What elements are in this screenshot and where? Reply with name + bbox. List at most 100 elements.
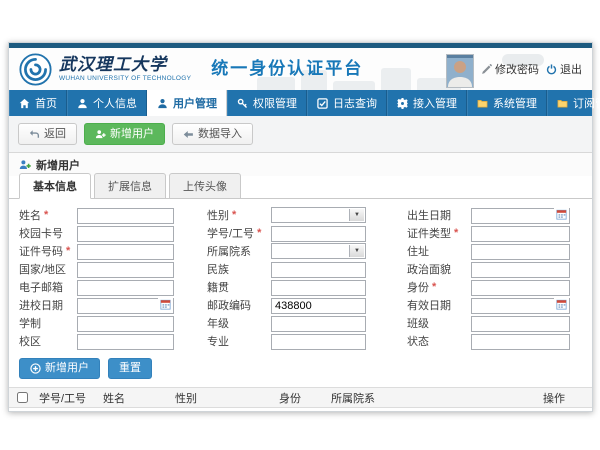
- form-row: 校区专业状态: [9, 332, 592, 350]
- field-label-campus: 校区: [19, 333, 77, 349]
- nav-item-label: 接入管理: [413, 95, 457, 111]
- nav-item-label: 系统管理: [493, 95, 537, 111]
- field-label-campus-card-number: 校园卡号: [19, 225, 77, 241]
- name-input[interactable]: [77, 208, 174, 224]
- nav-item-system-management[interactable]: 系统管理: [467, 90, 547, 116]
- user-avatar[interactable]: [446, 54, 474, 88]
- field-label-political-status: 政治面貌: [407, 261, 471, 277]
- calendar-icon[interactable]: [554, 207, 569, 221]
- folder-icon: [477, 98, 488, 109]
- dropdown-arrow-icon[interactable]: ▼: [349, 209, 364, 221]
- political-status-input[interactable]: [471, 262, 570, 278]
- nav-item-profile[interactable]: 个人信息: [67, 90, 147, 116]
- country-region-input[interactable]: [77, 262, 174, 278]
- email-input[interactable]: [77, 280, 174, 296]
- table-empty-body: [9, 408, 592, 411]
- nav-item-log-query[interactable]: 日志查询: [307, 90, 387, 116]
- field-label-major: 专业: [207, 333, 271, 349]
- form-field-native-place: 籍贯: [207, 278, 407, 296]
- toolbar: 返回 新增用户 数据导入: [9, 116, 592, 152]
- tab-upload-avatar[interactable]: 上传头像: [169, 173, 241, 199]
- nav-item-label: 订阅管理: [573, 95, 600, 111]
- department-select[interactable]: ▼: [271, 243, 366, 259]
- form-field-gender: 性别*▼: [207, 207, 407, 223]
- campus-card-number-input[interactable]: [77, 226, 174, 242]
- form-field-department: 所属院系▼: [207, 243, 407, 259]
- field-label-country-region: 国家/地区: [19, 261, 77, 277]
- add-user-submit-label: 新增用户: [45, 363, 89, 374]
- required-asterisk: *: [66, 245, 70, 257]
- schooling-length-input[interactable]: [77, 316, 174, 332]
- form-row: 校园卡号 学号/工号* 证件类型*: [9, 224, 592, 242]
- address-input[interactable]: [471, 244, 570, 260]
- nav-item-home[interactable]: 首页: [9, 90, 67, 116]
- dropdown-arrow-icon[interactable]: ▼: [349, 245, 364, 257]
- nav-item-label: 用户管理: [173, 95, 217, 111]
- add-user-panel: 新增用户 基本信息扩展信息上传头像 姓名*性别*▼出生日期校园卡号学号/工号*证…: [9, 152, 592, 411]
- change-password-link[interactable]: 修改密码: [481, 61, 539, 77]
- gender-select[interactable]: ▼: [271, 207, 366, 223]
- folder-icon: [557, 98, 568, 109]
- back-icon: [29, 129, 40, 140]
- student-or-staff-id-input[interactable]: [271, 226, 366, 242]
- tab-extended-info[interactable]: 扩展信息: [94, 173, 166, 199]
- campus-input[interactable]: [77, 334, 174, 350]
- field-label-valid-date: 有效日期: [407, 297, 471, 313]
- id-number-input[interactable]: [77, 244, 174, 260]
- tab-bar: 基本信息扩展信息上传头像: [9, 176, 592, 199]
- add-user-icon: [95, 129, 106, 140]
- grade-input[interactable]: [271, 316, 366, 332]
- form-field-ethnicity: 民族: [207, 260, 407, 278]
- field-label-postal-code: 邮政编码: [207, 297, 271, 313]
- field-label-id-type: 证件类型*: [407, 225, 471, 241]
- form-field-id-type: 证件类型*: [407, 224, 587, 242]
- data-import-button[interactable]: 数据导入: [172, 123, 253, 145]
- skyline-silhouette: [381, 68, 411, 90]
- select-all-checkbox[interactable]: [17, 392, 28, 403]
- basic-info-form: 姓名*性别*▼出生日期校园卡号学号/工号*证件类型*证件号码*所属院系▼住址国家…: [9, 199, 592, 351]
- home-icon: [19, 98, 30, 109]
- field-label-student-or-staff-id: 学号/工号*: [207, 225, 271, 241]
- field-label-birth-date: 出生日期: [407, 207, 471, 223]
- add-user-toolbar-label: 新增用户: [110, 129, 154, 140]
- form-field-campus-card-number: 校园卡号: [19, 224, 207, 242]
- field-label-address: 住址: [407, 243, 471, 259]
- ethnicity-input[interactable]: [271, 262, 366, 278]
- back-button-label: 返回: [44, 129, 66, 140]
- logout-link[interactable]: 退出: [546, 61, 582, 77]
- add-user-button-toolbar[interactable]: 新增用户: [84, 123, 165, 145]
- import-arrow-icon: [183, 129, 194, 140]
- status-input[interactable]: [471, 334, 570, 350]
- back-button[interactable]: 返回: [18, 123, 77, 145]
- reset-button[interactable]: 重置: [108, 358, 152, 379]
- table-header-name: 姓名: [99, 390, 171, 406]
- native-place-input[interactable]: [271, 280, 366, 296]
- nav-item-access-management[interactable]: 接入管理: [387, 90, 467, 116]
- identity-input[interactable]: [471, 280, 570, 296]
- nav-item-label: 首页: [35, 95, 57, 111]
- class-input[interactable]: [471, 316, 570, 332]
- nav-item-user-management[interactable]: 用户管理: [147, 90, 227, 116]
- calendar-icon[interactable]: [554, 297, 569, 311]
- add-user-submit-button[interactable]: 新增用户: [19, 358, 100, 379]
- table-header-department: 所属院系: [327, 390, 539, 406]
- form-field-id-number: 证件号码*: [19, 242, 207, 260]
- table-header-gender: 性别: [171, 390, 275, 406]
- university-logo: [19, 53, 52, 86]
- tab-basic-info[interactable]: 基本信息: [19, 173, 91, 199]
- form-field-valid-date: 有效日期: [407, 296, 587, 314]
- form-field-name: 姓名*: [19, 206, 207, 224]
- id-type-input[interactable]: [471, 226, 570, 242]
- form-row: 证件号码*所属院系▼住址: [9, 242, 592, 260]
- major-input[interactable]: [271, 334, 366, 350]
- calendar-icon[interactable]: [158, 297, 173, 311]
- nav-item-subscription-management[interactable]: 订阅管理: [547, 90, 600, 116]
- university-name: 武汉理工大学: [59, 56, 191, 73]
- form-row: 国家/地区 民族政治面貌: [9, 260, 592, 278]
- required-asterisk: *: [44, 209, 48, 221]
- nav-item-permission-management[interactable]: 权限管理: [227, 90, 307, 116]
- postal-code-input[interactable]: [271, 298, 366, 314]
- field-label-grade: 年级: [207, 315, 271, 331]
- table-header-operation: 操作: [539, 390, 592, 406]
- change-password-label: 修改密码: [495, 61, 539, 77]
